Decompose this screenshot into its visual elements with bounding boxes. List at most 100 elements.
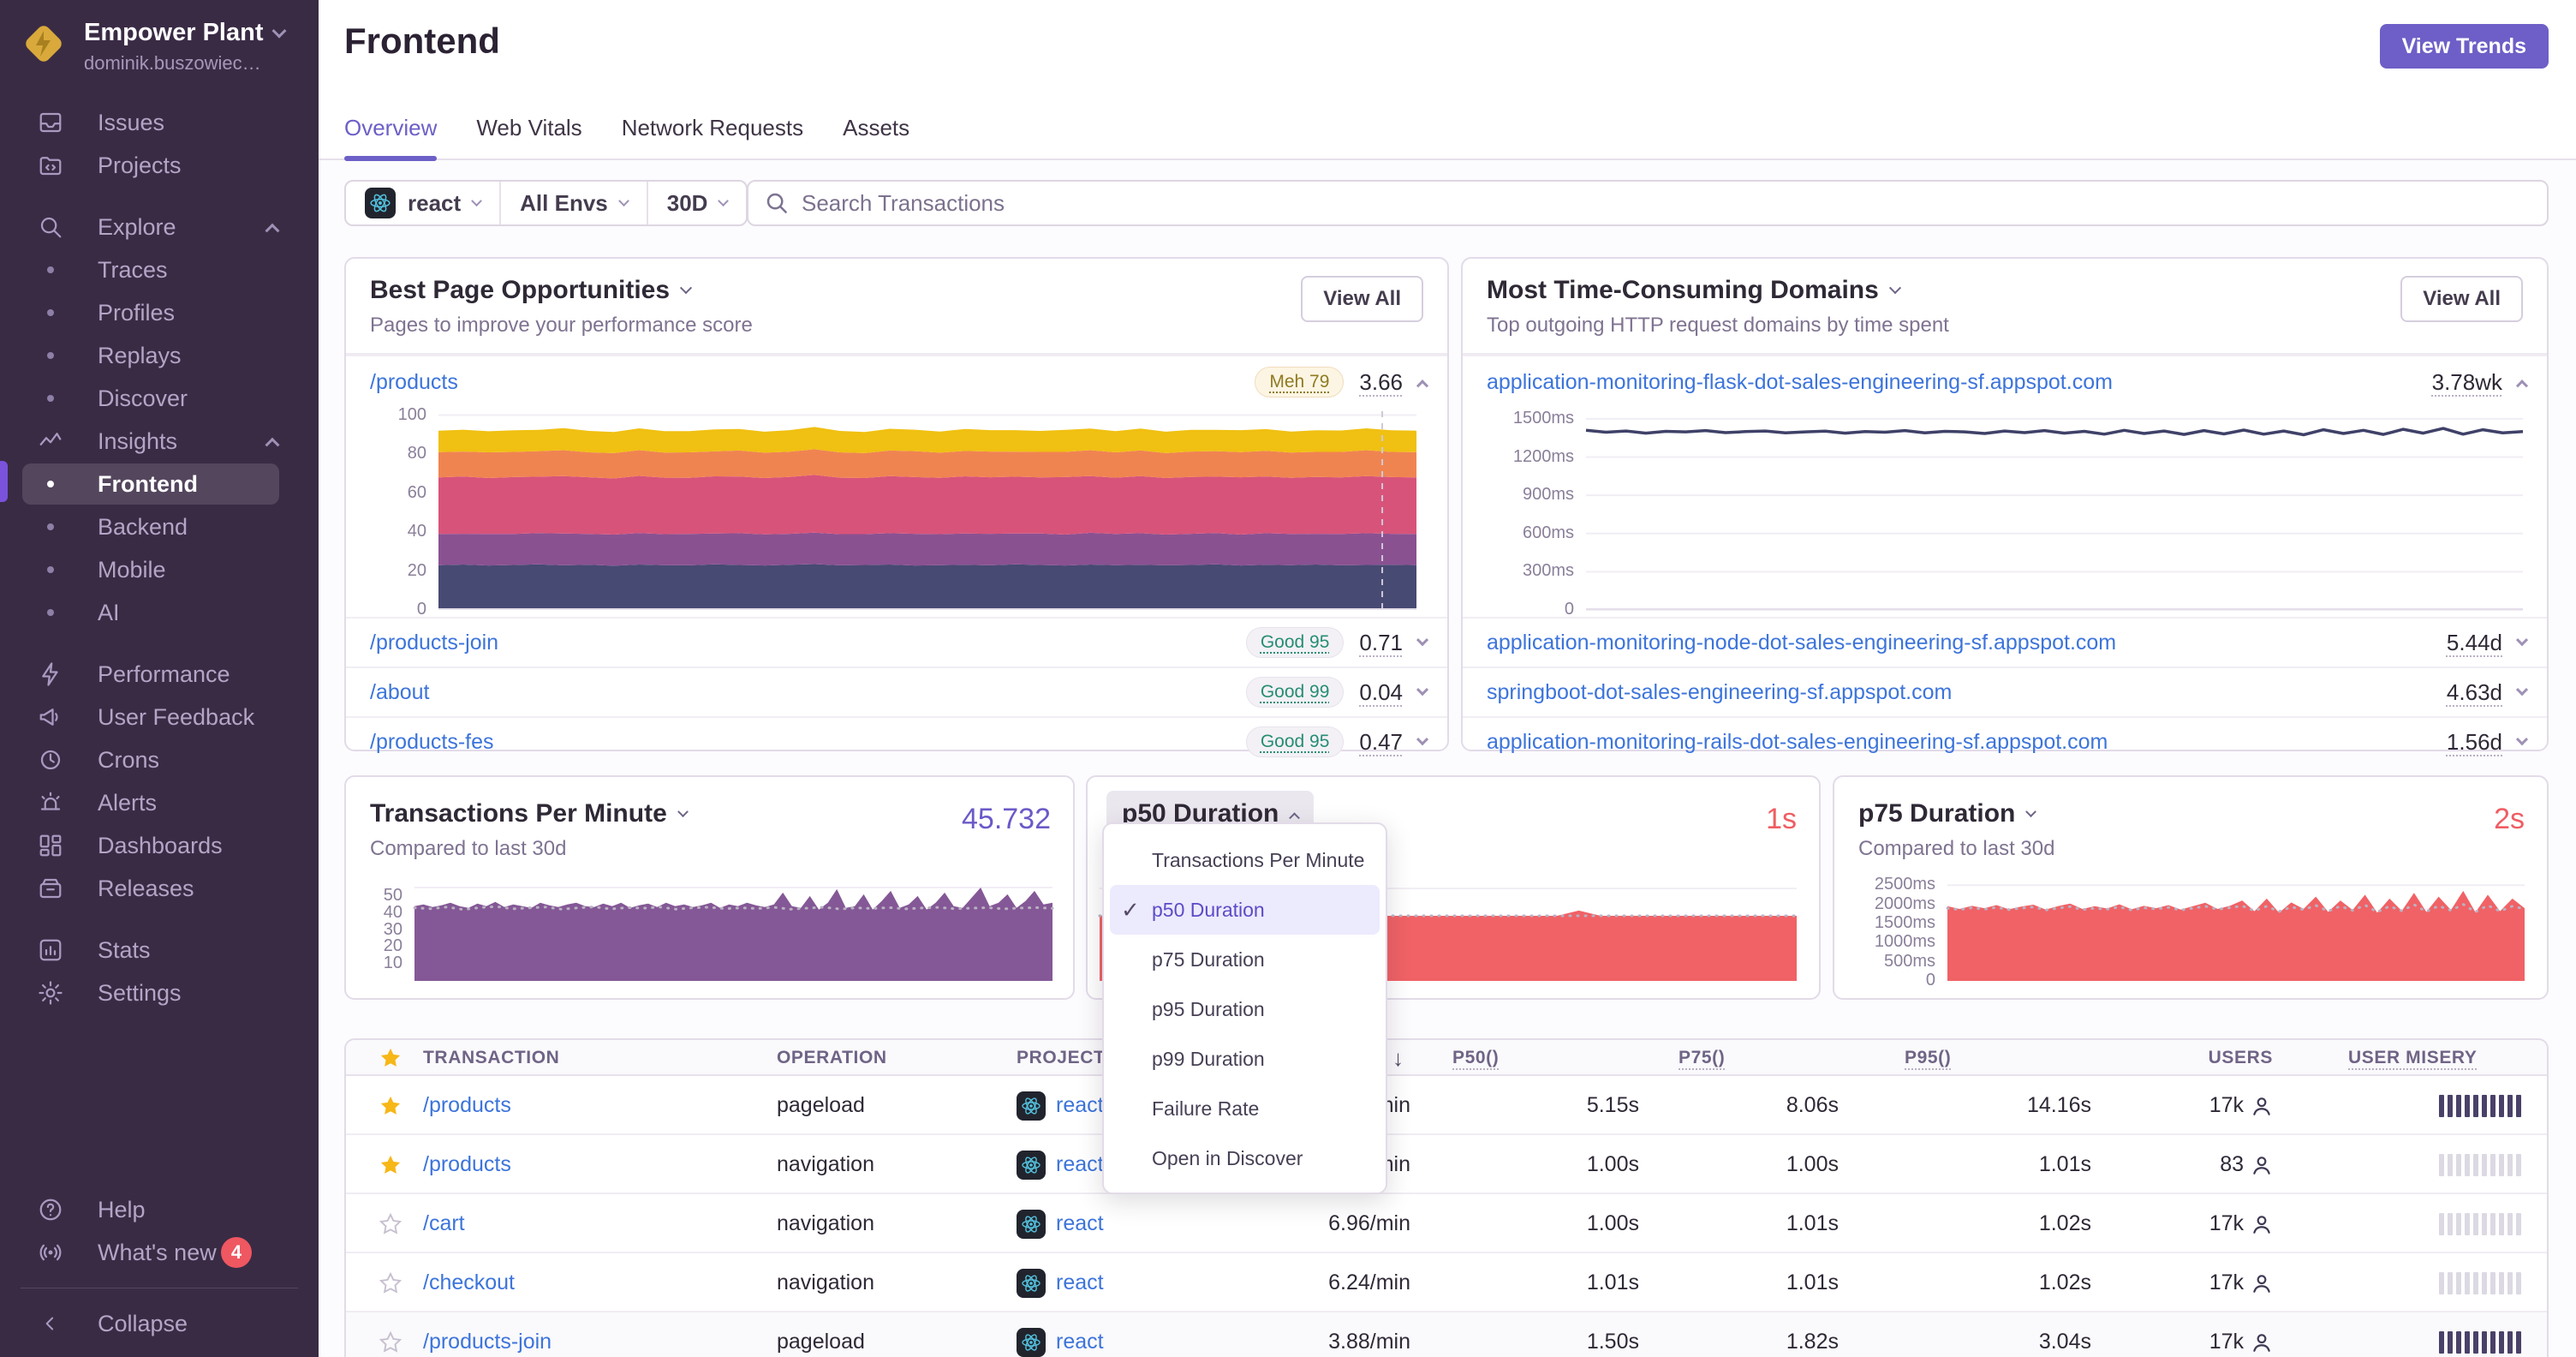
page-link[interactable]: /products-fes — [370, 730, 494, 755]
date-range-filter[interactable]: 30D — [646, 182, 747, 224]
sidebar-item-performance[interactable]: Performance — [0, 653, 319, 696]
sidebar-item-projects[interactable]: Projects — [0, 144, 319, 187]
menu-item-open-in-discover[interactable]: ✓Open in Discover — [1104, 1133, 1386, 1183]
domain-row-springboot[interactable]: springboot-dot-sales-engineering-sf.apps… — [1463, 667, 2547, 716]
panel-title[interactable]: Best Page Opportunities — [370, 276, 670, 305]
menu-item-p95[interactable]: ✓p95 Duration — [1104, 984, 1386, 1034]
sidebar-item-whats-new[interactable]: What's new 4 — [0, 1231, 319, 1274]
opportunity-row-products[interactable]: /products Meh 79 3.66 — [346, 355, 1447, 408]
sidebar-item-dashboards[interactable]: Dashboards — [0, 824, 319, 867]
domain-link[interactable]: application-monitoring-node-dot-sales-en… — [1487, 631, 2116, 655]
project-cell[interactable]: react — [1017, 1253, 1104, 1312]
tab-web-vitals[interactable]: Web Vitals — [476, 115, 581, 158]
page-link[interactable]: /about — [370, 680, 430, 705]
star-icon[interactable] — [379, 1094, 402, 1118]
column-header-p75[interactable]: P75() — [1679, 1040, 1725, 1076]
star-icon[interactable] — [379, 1153, 402, 1177]
transaction-cell[interactable]: /cart — [423, 1194, 465, 1253]
sidebar-item-crons[interactable]: Crons — [0, 738, 319, 781]
tab-network-requests[interactable]: Network Requests — [622, 115, 803, 158]
transaction-cell[interactable]: /products — [423, 1135, 511, 1194]
chevron-up-icon[interactable] — [2515, 380, 2529, 392]
domain-link[interactable]: application-monitoring-rails-dot-sales-e… — [1487, 730, 2108, 755]
sidebar-item-discover[interactable]: Discover — [0, 377, 319, 420]
sidebar-collapse-button[interactable]: Collapse — [0, 1302, 319, 1345]
sidebar-item-frontend[interactable]: Frontend — [0, 463, 319, 505]
star-cell[interactable] — [379, 1312, 402, 1357]
chevron-up-icon[interactable] — [1416, 380, 1429, 392]
opportunity-row-products-join[interactable]: /products-join Good 95 0.71 — [346, 617, 1447, 667]
project-cell[interactable]: react — [1017, 1076, 1104, 1135]
menu-item-tpm[interactable]: ✓Transactions Per Minute — [1104, 835, 1386, 885]
org-switcher[interactable]: Empower Plant dominik.buszowiec… — [19, 19, 286, 75]
star-outline-icon[interactable] — [379, 1271, 402, 1295]
sort-descending-icon[interactable]: ↓ — [1392, 1040, 1404, 1076]
domain-row-rails[interactable]: application-monitoring-rails-dot-sales-e… — [1463, 716, 2547, 766]
sidebar-item-settings[interactable]: Settings — [0, 971, 319, 1014]
star-cell[interactable] — [379, 1076, 402, 1135]
project-filter[interactable]: react — [346, 182, 499, 224]
table-row[interactable]: /products pageload react/min 5.15s 8.06s 14.1… — [346, 1076, 2547, 1135]
domain-row-flask[interactable]: application-monitoring-flask-dot-sales-e… — [1463, 355, 2547, 408]
sidebar-item-profiles[interactable]: Profiles — [0, 291, 319, 334]
sidebar-item-stats[interactable]: Stats — [0, 929, 319, 971]
star-cell[interactable] — [379, 1253, 402, 1312]
view-trends-button[interactable]: View Trends — [2379, 24, 2549, 69]
transaction-cell[interactable]: /checkout — [423, 1253, 515, 1312]
menu-item-p75[interactable]: ✓p75 Duration — [1104, 935, 1386, 984]
table-row[interactable]: /products navigation react/min 1.00s 1.00s 1.… — [346, 1135, 2547, 1194]
column-header-operation[interactable]: OPERATION — [777, 1040, 887, 1076]
project-cell[interactable]: react — [1017, 1194, 1104, 1253]
view-all-button[interactable]: View All — [1301, 276, 1423, 322]
sidebar-group-explore[interactable]: Explore — [0, 206, 319, 248]
domain-link[interactable]: application-monitoring-flask-dot-sales-e… — [1487, 370, 2113, 395]
project-cell[interactable]: react — [1017, 1135, 1104, 1194]
chevron-down-icon[interactable] — [1416, 733, 1429, 746]
star-outline-icon[interactable] — [379, 1212, 402, 1236]
tab-overview[interactable]: Overview — [344, 115, 438, 161]
search-input[interactable] — [802, 189, 2531, 217]
star-column-header[interactable] — [379, 1040, 402, 1076]
column-header-transaction[interactable]: TRANSACTION — [423, 1040, 559, 1076]
sidebar-item-replays[interactable]: Replays — [0, 334, 319, 377]
chevron-down-icon[interactable] — [2515, 684, 2529, 696]
column-header-user-misery[interactable]: USER MISERY — [2348, 1040, 2478, 1076]
chevron-down-icon[interactable] — [1416, 684, 1429, 696]
table-row[interactable]: /cart navigation react 6.96/min 1.00s 1.01s 1.… — [346, 1194, 2547, 1253]
transaction-cell[interactable]: /products — [423, 1076, 511, 1135]
tab-assets[interactable]: Assets — [843, 115, 909, 158]
chevron-down-icon[interactable] — [2515, 733, 2529, 746]
env-filter[interactable]: All Envs — [499, 182, 647, 224]
sidebar-item-releases[interactable]: Releases — [0, 867, 319, 910]
page-link[interactable]: /products-join — [370, 631, 498, 655]
panel-title[interactable]: Most Time-Consuming Domains — [1487, 276, 1879, 305]
page-link[interactable]: /products — [370, 370, 458, 395]
star-cell[interactable] — [379, 1135, 402, 1194]
star-cell[interactable] — [379, 1194, 402, 1253]
table-row[interactable]: /products-join pageload react 3.88/min 1.50s… — [346, 1312, 2547, 1357]
opportunity-row-about[interactable]: /about Good 99 0.04 — [346, 667, 1447, 716]
sidebar-item-mobile[interactable]: Mobile — [0, 548, 319, 591]
table-row[interactable]: /checkout navigation react 6.24/min 1.01s 1.0… — [346, 1253, 2547, 1312]
menu-item-failure-rate[interactable]: ✓Failure Rate — [1104, 1084, 1386, 1133]
project-cell[interactable]: react — [1017, 1312, 1104, 1357]
sidebar-item-backend[interactable]: Backend — [0, 505, 319, 548]
sidebar-group-insights[interactable]: Insights — [0, 420, 319, 463]
sidebar-item-help[interactable]: Help — [0, 1188, 319, 1231]
transaction-cell[interactable]: /products-join — [423, 1312, 552, 1357]
domain-link[interactable]: springboot-dot-sales-engineering-sf.apps… — [1487, 680, 1952, 705]
sidebar-item-issues[interactable]: Issues — [0, 101, 319, 144]
opportunity-row-products-fes[interactable]: /products-fes Good 95 0.47 — [346, 716, 1447, 766]
column-header-users[interactable]: USERS — [2144, 1040, 2273, 1076]
column-header-p95[interactable]: P95() — [1905, 1040, 1951, 1076]
view-all-button[interactable]: View All — [2400, 276, 2523, 322]
sidebar-item-ai[interactable]: AI — [0, 591, 319, 634]
sidebar-item-traces[interactable]: Traces — [0, 248, 319, 291]
menu-item-p99[interactable]: ✓p99 Duration — [1104, 1034, 1386, 1084]
sidebar-item-alerts[interactable]: Alerts — [0, 781, 319, 824]
chevron-down-icon[interactable] — [1416, 634, 1429, 647]
sidebar-item-user-feedback[interactable]: User Feedback — [0, 696, 319, 738]
column-header-project[interactable]: PROJECT — [1017, 1040, 1105, 1076]
column-header-p50[interactable]: P50() — [1452, 1040, 1499, 1076]
p75-metric-selector[interactable]: p75 Duration — [1834, 777, 2547, 828]
